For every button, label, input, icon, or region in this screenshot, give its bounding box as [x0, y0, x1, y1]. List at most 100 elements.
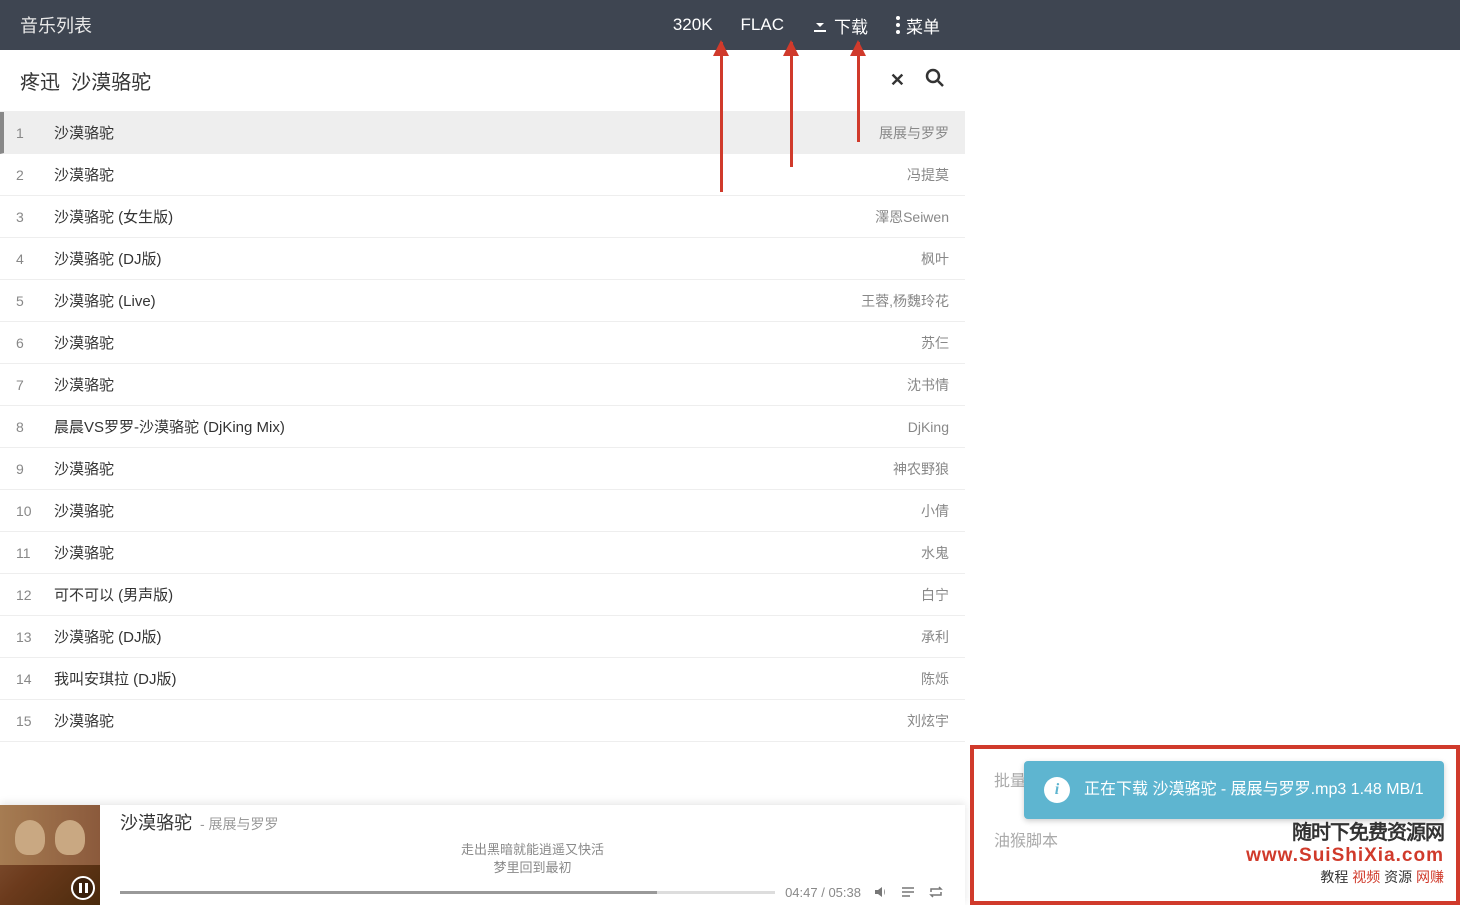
song-row[interactable]: 14我叫安琪拉 (DJ版)陈烁 [0, 658, 965, 700]
song-artist: 展展与罗罗 [879, 123, 949, 143]
player-controls: 04:47 / 05:38 [120, 883, 945, 901]
player-info: 沙漠骆驼 - 展展与罗罗 走出黑暗就能逍遥又快活 梦里回到最初 04:47 / … [100, 809, 965, 901]
song-row[interactable]: 10沙漠骆驼小倩 [0, 490, 965, 532]
song-row[interactable]: 7沙漠骆驼沈书情 [0, 364, 965, 406]
song-artist: 苏仨 [921, 333, 949, 353]
album-art[interactable] [0, 805, 100, 905]
song-artist: DjKing [908, 419, 949, 435]
song-row[interactable]: 4沙漠骆驼 (DJ版)枫叶 [0, 238, 965, 280]
song-row[interactable]: 13沙漠骆驼 (DJ版)承利 [0, 616, 965, 658]
quality-flac-button[interactable]: FLAC [741, 15, 784, 35]
song-index: 6 [16, 335, 46, 351]
download-icon [812, 17, 828, 33]
menu-button[interactable]: 菜单 [896, 13, 940, 38]
progress-fill [120, 891, 657, 894]
song-index: 12 [16, 587, 46, 603]
song-artist: 冯提莫 [907, 165, 949, 185]
song-title: 沙漠骆驼 [46, 332, 921, 353]
playlist-icon[interactable] [899, 883, 917, 901]
song-artist: 枫叶 [921, 249, 949, 269]
song-row[interactable]: 16沙漠骆驼 (女声吉他弹唱)李璐瑶 [0, 742, 965, 752]
song-row[interactable]: 12可不可以 (男声版)白宁 [0, 574, 965, 616]
progress-bar[interactable] [120, 891, 775, 894]
song-index: 9 [16, 461, 46, 477]
song-row[interactable]: 3沙漠骆驼 (女生版)澤恩Seiwen [0, 196, 965, 238]
song-title: 沙漠骆驼 [46, 542, 921, 563]
song-artist: 王蓉,杨魏玲花 [861, 291, 949, 311]
download-label: 下载 [834, 13, 868, 38]
player-song-artist: - 展展与罗罗 [200, 814, 279, 834]
loop-icon[interactable] [927, 883, 945, 901]
lyric-line-2: 梦里回到最初 [120, 859, 945, 877]
annotation-arrow-1 [720, 42, 723, 192]
song-index: 3 [16, 209, 46, 225]
volume-icon[interactable] [871, 883, 889, 901]
song-row[interactable]: 9沙漠骆驼神农野狼 [0, 448, 965, 490]
toast-text: 正在下载 沙漠骆驼 - 展展与罗罗.mp3 1.48 MB/1 [1084, 777, 1424, 803]
song-index: 10 [16, 503, 46, 519]
song-artist: 神农野狼 [893, 459, 949, 479]
song-index: 7 [16, 377, 46, 393]
song-title: 沙漠骆驼 [46, 164, 907, 185]
script-name-text: 油猴脚本 [994, 827, 1058, 851]
watermark-line1: 随时下免费资源网 [1246, 816, 1444, 845]
song-artist: 承利 [921, 627, 949, 647]
song-title: 晨晨VS罗罗-沙漠骆驼 (DjKing Mix) [46, 416, 908, 437]
watermark-line3: 教程 视频 资源 网赚 [1246, 867, 1444, 887]
song-title: 可不可以 (男声版) [46, 584, 921, 605]
song-index: 2 [16, 167, 46, 183]
song-title: 沙漠骆驼 (Live) [46, 290, 861, 311]
song-artist: 澤恩Seiwen [875, 207, 949, 227]
song-index: 8 [16, 419, 46, 435]
song-index: 14 [16, 671, 46, 687]
song-title: 我叫安琪拉 (DJ版) [46, 668, 921, 689]
header-bar: 音乐列表 320K FLAC 下载 菜单 [0, 0, 1460, 50]
song-artist: 小倩 [921, 501, 949, 521]
song-title: 沙漠骆驼 (DJ版) [46, 248, 921, 269]
song-row[interactable]: 6沙漠骆驼苏仨 [0, 322, 965, 364]
song-index: 11 [16, 545, 46, 561]
song-artist: 刘炫宇 [907, 711, 949, 731]
song-row[interactable]: 11沙漠骆驼水鬼 [0, 532, 965, 574]
total-time: 05:38 [828, 885, 861, 900]
search-icons: ✕ [890, 68, 945, 93]
page-title: 音乐列表 [20, 12, 92, 38]
song-artist: 陈烁 [921, 669, 949, 689]
song-index: 15 [16, 713, 46, 729]
song-artist: 水鬼 [921, 543, 949, 563]
song-row[interactable]: 5沙漠骆驼 (Live)王蓉,杨魏玲花 [0, 280, 965, 322]
song-index: 1 [16, 125, 46, 141]
song-title: 沙漠骆驼 [46, 458, 893, 479]
song-index: 13 [16, 629, 46, 645]
song-artist: 沈书情 [907, 375, 949, 395]
annotation-arrow-3 [857, 42, 860, 142]
menu-dots-icon [896, 16, 900, 34]
song-title: 沙漠骆驼 (DJ版) [46, 626, 921, 647]
song-row[interactable]: 2沙漠骆驼冯提莫 [0, 154, 965, 196]
menu-label: 菜单 [906, 13, 940, 38]
song-title: 沙漠骆驼 [46, 122, 879, 143]
song-title: 沙漠骆驼 [46, 710, 907, 731]
song-index: 4 [16, 251, 46, 267]
watermark: 随时下免费资源网 www.SuiShiXia.com 教程 视频 资源 网赚 [1246, 816, 1444, 887]
download-button[interactable]: 下载 [812, 13, 868, 38]
song-row[interactable]: 1沙漠骆驼展展与罗罗 [0, 112, 965, 154]
player-bar: 沙漠骆驼 - 展展与罗罗 走出黑暗就能逍遥又快活 梦里回到最初 04:47 / … [0, 805, 965, 905]
search-icon[interactable] [925, 68, 945, 93]
player-song-title: 沙漠骆驼 [120, 809, 192, 835]
song-index: 5 [16, 293, 46, 309]
time-display: 04:47 / 05:38 [785, 885, 861, 900]
pause-button[interactable] [71, 876, 95, 900]
quality-320k-button[interactable]: 320K [673, 15, 713, 35]
song-row[interactable]: 8晨晨VS罗罗-沙漠骆驼 (DjKing Mix)DjKing [0, 406, 965, 448]
song-row[interactable]: 15沙漠骆驼刘炫宇 [0, 700, 965, 742]
clear-icon[interactable]: ✕ [890, 70, 905, 91]
watermark-line2: www.SuiShiXia.com [1246, 845, 1444, 867]
song-list: 1沙漠骆驼展展与罗罗2沙漠骆驼冯提莫3沙漠骆驼 (女生版)澤恩Seiwen4沙漠… [0, 112, 965, 752]
search-input[interactable] [20, 69, 890, 92]
player-title-row: 沙漠骆驼 - 展展与罗罗 [120, 809, 945, 835]
info-icon: i [1044, 777, 1070, 803]
song-artist: 白宁 [921, 585, 949, 605]
song-title: 沙漠骆驼 (女生版) [46, 206, 875, 227]
search-bar: ✕ [0, 50, 965, 112]
